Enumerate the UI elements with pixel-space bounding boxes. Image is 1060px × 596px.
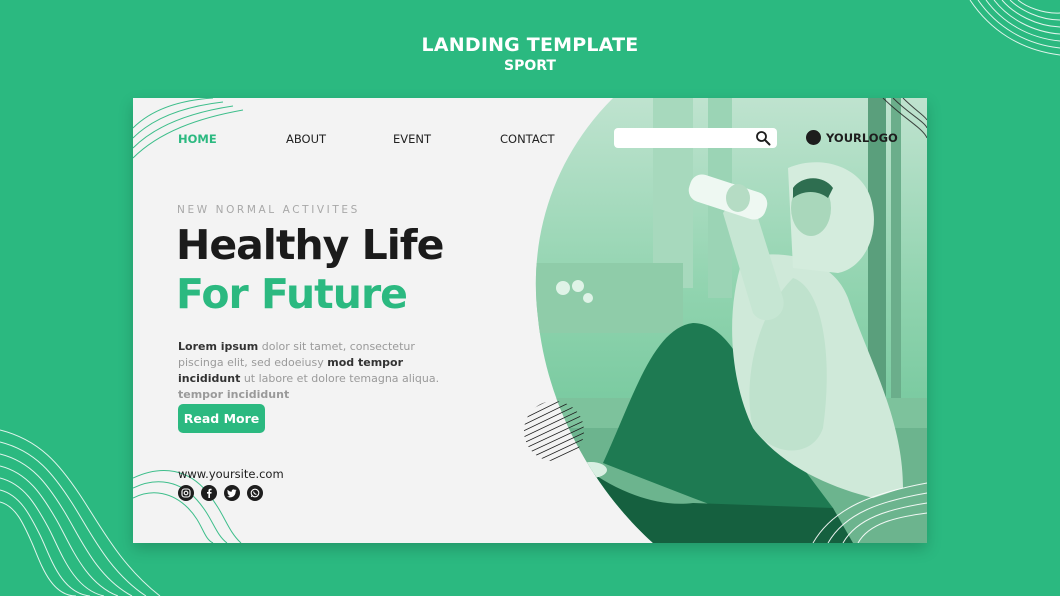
facebook-icon[interactable] xyxy=(201,485,217,501)
hero-headline-line1: Healthy Life xyxy=(176,221,444,269)
landing-card: HOME ABOUT EVENT CONTACT YOURLOGO NEW NO… xyxy=(133,98,927,543)
search-input[interactable] xyxy=(614,128,744,148)
body-bold3: tempor incididunt xyxy=(178,388,290,401)
social-links xyxy=(178,485,263,501)
body-lead: Lorem ipsum xyxy=(178,340,259,353)
search-bar xyxy=(614,128,777,148)
hero-body-text: Lorem ipsum dolor sit tamet, consectetur… xyxy=(178,339,448,403)
nav-contact[interactable]: CONTACT xyxy=(500,132,555,146)
search-icon[interactable] xyxy=(755,130,771,146)
page-title: LANDING TEMPLATE xyxy=(421,34,639,56)
instagram-icon[interactable] xyxy=(178,485,194,501)
nav-event[interactable]: EVENT xyxy=(393,132,431,146)
brand-logo[interactable]: YOURLOGO xyxy=(806,130,898,145)
hero-headline-line2: For Future xyxy=(176,270,408,318)
body-part2: ut labore et dolore temagna aliqua. xyxy=(240,372,440,385)
logo-mark-icon xyxy=(806,130,821,145)
read-more-button[interactable]: Read More xyxy=(178,404,265,433)
site-url[interactable]: www.yoursite.com xyxy=(178,467,284,481)
nav-home[interactable]: HOME xyxy=(178,132,217,146)
whatsapp-icon[interactable] xyxy=(247,485,263,501)
twitter-icon[interactable] xyxy=(224,485,240,501)
page-subtitle: SPORT xyxy=(504,58,556,74)
logo-text: YOURLOGO xyxy=(826,130,898,145)
nav-about[interactable]: ABOUT xyxy=(286,132,326,146)
hero-eyebrow: NEW NORMAL ACTIVITES xyxy=(177,204,360,216)
